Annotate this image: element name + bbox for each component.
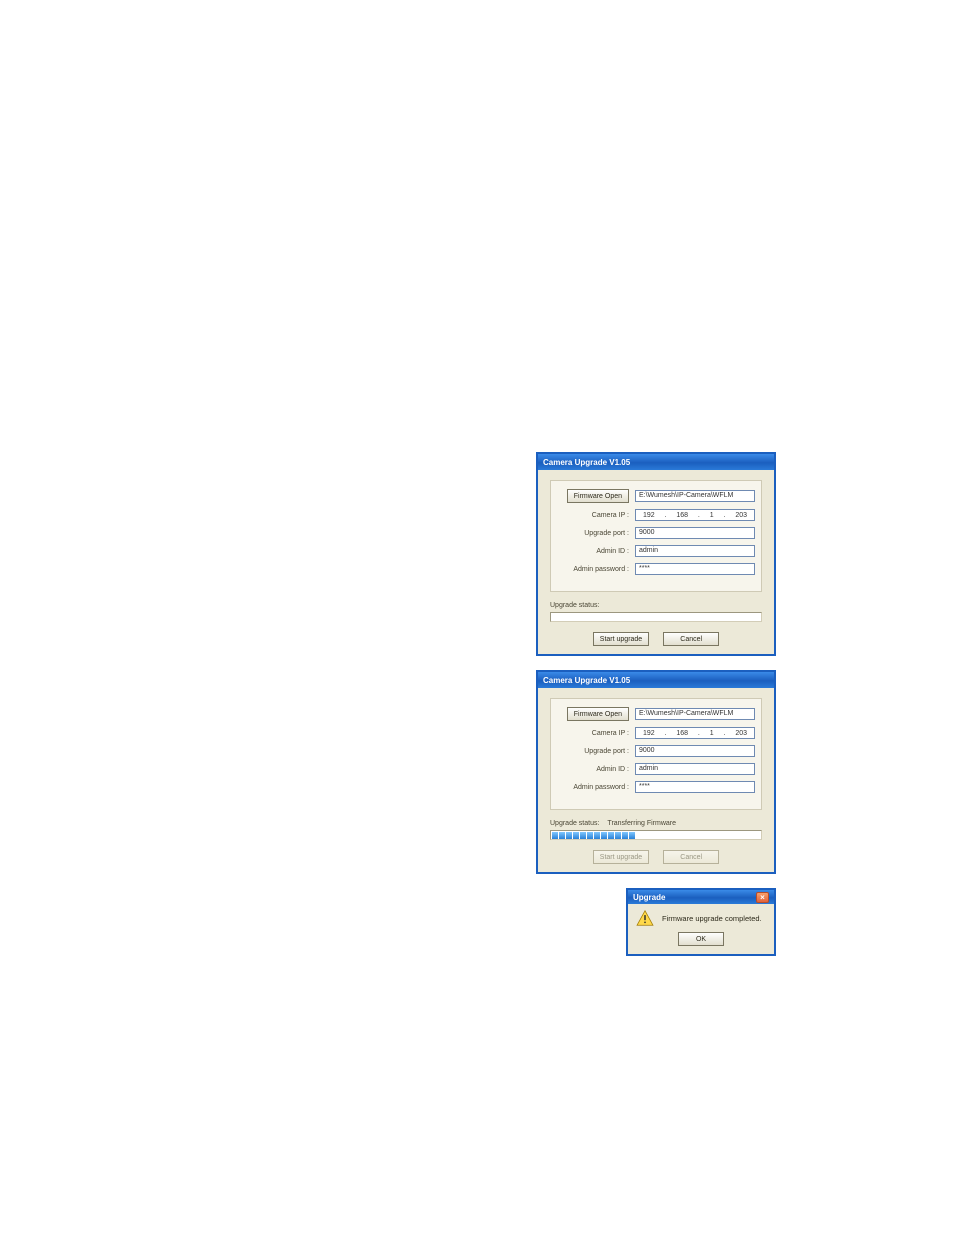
admin-id-input[interactable]: admin xyxy=(635,545,755,557)
progress-segment xyxy=(677,832,683,839)
progress-segment xyxy=(712,832,718,839)
camera-upgrade-window-idle: Camera Upgrade V1.05 Firmware Open E:\Wu… xyxy=(536,452,776,656)
titlebar[interactable]: Camera Upgrade V1.05 xyxy=(538,454,774,470)
progress-segment xyxy=(601,832,607,839)
admin-password-input[interactable]: **** xyxy=(635,563,755,575)
progress-segment xyxy=(740,832,746,839)
form-fieldset: Firmware Open E:\Wumesh\IP-Camera\WFLM C… xyxy=(550,698,762,810)
ok-button[interactable]: OK xyxy=(678,932,724,946)
progress-segment xyxy=(657,832,663,839)
ip-octet-2[interactable]: 168 xyxy=(676,512,688,519)
firmware-open-button[interactable]: Firmware Open xyxy=(567,707,629,721)
progress-segment xyxy=(650,832,656,839)
warning-icon xyxy=(636,910,654,926)
upgrade-complete-dialog: Upgrade × Firmware upgrade completed. xyxy=(626,888,776,956)
progress-segment xyxy=(636,832,642,839)
progress-segment xyxy=(566,832,572,839)
camera-ip-label: Camera IP : xyxy=(557,512,629,519)
form-fieldset: Firmware Open E:\Wumesh\IP-Camera\WFLM C… xyxy=(550,480,762,592)
titlebar[interactable]: Camera Upgrade V1.05 xyxy=(538,672,774,688)
progress-segment xyxy=(643,832,649,839)
progress-segment xyxy=(754,832,760,839)
progress-bar xyxy=(550,830,762,840)
camera-ip-input[interactable]: 192. 168. 1. 203 xyxy=(635,509,755,521)
ip-octet-1[interactable]: 192 xyxy=(643,730,655,737)
admin-id-label: Admin ID : xyxy=(557,766,629,773)
admin-password-input[interactable]: **** xyxy=(635,781,755,793)
progress-segment xyxy=(622,832,628,839)
admin-id-input[interactable]: admin xyxy=(635,763,755,775)
window-title: Camera Upgrade V1.05 xyxy=(543,676,630,685)
ip-octet-3[interactable]: 1 xyxy=(710,730,714,737)
upgrade-status-label: Upgrade status: xyxy=(550,602,599,609)
progress-segment xyxy=(629,832,635,839)
ip-octet-4[interactable]: 203 xyxy=(735,730,747,737)
upgrade-status-label: Upgrade status: xyxy=(550,820,599,827)
upgrade-port-input[interactable]: 9000 xyxy=(635,745,755,757)
firmware-open-button[interactable]: Firmware Open xyxy=(567,489,629,503)
camera-upgrade-window-transferring: Camera Upgrade V1.05 Firmware Open E:\Wu… xyxy=(536,670,776,874)
close-icon[interactable]: × xyxy=(756,892,769,903)
progress-segment xyxy=(552,832,558,839)
upgrade-status-text: Transferring Firmware xyxy=(607,820,676,827)
progress-segment xyxy=(719,832,725,839)
start-upgrade-button: Start upgrade xyxy=(593,850,649,864)
firmware-path-input[interactable]: E:\Wumesh\IP-Camera\WFLM xyxy=(635,490,755,502)
progress-segment xyxy=(594,832,600,839)
titlebar[interactable]: Upgrade × xyxy=(628,890,774,904)
camera-ip-label: Camera IP : xyxy=(557,730,629,737)
cancel-button: Cancel xyxy=(663,850,719,864)
ip-octet-2[interactable]: 168 xyxy=(676,730,688,737)
dialog-message: Firmware upgrade completed. xyxy=(662,914,762,923)
upgrade-port-label: Upgrade port : xyxy=(557,530,629,537)
ip-octet-4[interactable]: 203 xyxy=(735,512,747,519)
camera-ip-input[interactable]: 192. 168. 1. 203 xyxy=(635,727,755,739)
ip-octet-1[interactable]: 192 xyxy=(643,512,655,519)
window-title: Camera Upgrade V1.05 xyxy=(543,458,630,467)
progress-segment xyxy=(608,832,614,839)
start-upgrade-button[interactable]: Start upgrade xyxy=(593,632,649,646)
admin-password-label: Admin password : xyxy=(557,784,629,791)
upgrade-port-label: Upgrade port : xyxy=(557,748,629,755)
progress-segment xyxy=(747,832,753,839)
progress-segment xyxy=(559,832,565,839)
progress-segment xyxy=(726,832,732,839)
admin-id-label: Admin ID : xyxy=(557,548,629,555)
progress-segment xyxy=(664,832,670,839)
progress-segment xyxy=(733,832,739,839)
ip-octet-3[interactable]: 1 xyxy=(710,512,714,519)
progress-segment xyxy=(573,832,579,839)
cancel-button[interactable]: Cancel xyxy=(663,632,719,646)
progress-segment xyxy=(698,832,704,839)
progress-segment xyxy=(587,832,593,839)
progress-segment xyxy=(691,832,697,839)
upgrade-port-input[interactable]: 9000 xyxy=(635,527,755,539)
admin-password-label: Admin password : xyxy=(557,566,629,573)
firmware-path-input[interactable]: E:\Wumesh\IP-Camera\WFLM xyxy=(635,708,755,720)
progress-segment xyxy=(615,832,621,839)
progress-segment xyxy=(670,832,676,839)
progress-segment xyxy=(580,832,586,839)
progress-segment xyxy=(684,832,690,839)
progress-bar xyxy=(550,612,762,622)
progress-segment xyxy=(705,832,711,839)
dialog-title: Upgrade xyxy=(633,893,665,902)
